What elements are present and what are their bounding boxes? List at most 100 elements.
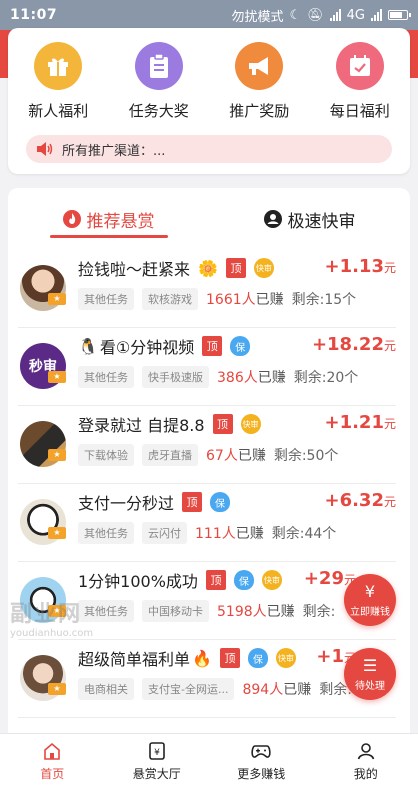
quick-action-label: 任务大奖 xyxy=(128,102,189,120)
task-title-row: 🐧 看①分钟视频 顶 保 xyxy=(78,332,251,360)
gamepad-icon xyxy=(250,740,272,762)
quick-actions-card: 新人福利 任务大奖 推广奖励 每日福利 所有推广渠道：... xyxy=(8,28,410,174)
task-meta: 其他任务 云闪付 111人已赚 剩余:44个 xyxy=(78,522,336,544)
home-icon xyxy=(42,740,62,762)
watermark: 副业网 youdianhuo.com xyxy=(10,602,94,639)
battery-icon xyxy=(388,10,411,20)
task-category-tag: 下载体验 xyxy=(78,444,134,466)
guarantee-badge: 保 xyxy=(233,570,254,590)
vip-badge-icon: ★ xyxy=(48,293,66,305)
nav-home[interactable]: 首页 xyxy=(0,734,105,788)
task-row[interactable]: ★ 捡钱啦～赶紧来 🌼 顶 快审 其他任务 软核游戏 1661人已赚 剩余:15个… xyxy=(18,250,396,328)
tab-label: 极速快审 xyxy=(287,211,356,232)
tab-label: 推荐悬赏 xyxy=(86,211,155,232)
fast-review-badge: 快审 xyxy=(261,570,282,590)
task-app-tag: 云闪付 xyxy=(142,522,187,544)
fast-review-badge: 快审 xyxy=(240,414,261,434)
task-app-tag: 支付宝-全网运... xyxy=(142,678,235,700)
guarantee-badge: 保 xyxy=(210,492,231,512)
tab-recommended[interactable]: 推荐悬赏 xyxy=(8,188,209,250)
quick-action-task-prize[interactable]: 任务大奖 xyxy=(111,42,207,121)
task-remaining: 剩余: xyxy=(302,604,336,620)
task-emoji: 🔥 xyxy=(192,648,212,668)
network-label: 4G xyxy=(346,7,365,23)
notice-bar[interactable]: 所有推广渠道：... xyxy=(26,135,392,163)
quick-action-label: 每日福利 xyxy=(329,102,390,120)
vip-badge-icon: ★ xyxy=(48,449,66,461)
yuan-icon: ¥ xyxy=(364,581,376,601)
list-icon: ☰ xyxy=(362,655,378,675)
status-bar: 11:07 勿扰模式 ☾ 🔕︎ 4G xyxy=(0,0,418,30)
task-remaining: 剩余:44个 xyxy=(271,526,337,542)
svg-text:¥: ¥ xyxy=(154,748,160,758)
task-row[interactable]: ★ 登录就过 自提8.8 顶 快审 下载体验 虎牙直播 67人已赚 剩余:50个… xyxy=(18,406,396,484)
task-category-tag: 其他任务 xyxy=(78,366,134,388)
pin-top-badge: 顶 xyxy=(225,258,246,278)
clipboard-icon xyxy=(134,42,183,90)
task-title-row: 捡钱啦～赶紧来 🌼 顶 快审 xyxy=(78,254,274,282)
nav-profile[interactable]: 我的 xyxy=(314,734,418,788)
task-meta: 下载体验 虎牙直播 67人已赚 剩余:50个 xyxy=(78,444,338,466)
task-title-row: 支付一分秒过 顶 保 xyxy=(78,488,231,516)
task-emoji: 🐧 xyxy=(78,336,98,356)
signal-icon xyxy=(329,9,341,21)
quick-action-daily[interactable]: 每日福利 xyxy=(312,42,408,121)
task-title: 登录就过 自提8.8 xyxy=(78,416,205,435)
task-row[interactable]: ★ 超级简单福利单 🔥 顶 保 快审 电商相关 支付宝-全网运... 894人已赚… xyxy=(18,640,396,718)
task-app-tag: 虎牙直播 xyxy=(142,444,198,466)
pin-top-badge: 顶 xyxy=(212,414,233,434)
quick-actions: 新人福利 任务大奖 推广奖励 每日福利 xyxy=(8,28,410,121)
user-circle-icon xyxy=(263,210,282,228)
task-taken-count: 894人已赚 xyxy=(242,682,312,698)
task-taken-count: 111人已赚 xyxy=(195,526,264,542)
nav-label: 更多赚钱 xyxy=(237,767,286,781)
pin-top-badge: 顶 xyxy=(182,492,203,512)
task-tabs: 推荐悬赏 极速快审 xyxy=(8,188,410,250)
task-reward: +1.13元 xyxy=(324,256,396,277)
task-row[interactable]: ★ 支付一分秒过 顶 保 其他任务 云闪付 111人已赚 剩余:44个 +6.3… xyxy=(18,484,396,562)
pin-top-badge: 顶 xyxy=(202,336,223,356)
quick-action-promo[interactable]: 推广奖励 xyxy=(211,42,307,121)
nav-reward-hall[interactable]: ¥ 悬赏大厅 xyxy=(105,734,210,788)
task-title: 看①分钟视频 xyxy=(99,338,195,357)
quick-action-newbie[interactable]: 新人福利 xyxy=(10,42,106,121)
moon-icon: ☾ xyxy=(289,7,302,23)
task-title-row: 超级简单福利单 🔥 顶 保 快审 xyxy=(78,644,296,672)
task-remaining: 剩余:20个 xyxy=(293,370,359,386)
signal-icon-2 xyxy=(371,9,382,21)
bottom-nav: 首页 ¥ 悬赏大厅 更多赚钱 我的 xyxy=(0,733,418,788)
tab-fast-review[interactable]: 极速快审 xyxy=(209,188,410,250)
task-title: 捡钱啦～赶紧来 xyxy=(78,260,191,279)
pending-label: 待处理 xyxy=(355,680,385,692)
task-category-tag: 电商相关 xyxy=(78,678,134,700)
profile-icon xyxy=(356,740,376,762)
speaker-icon xyxy=(36,142,54,156)
notice-text: 所有推广渠道：... xyxy=(62,143,166,159)
earn-now-button[interactable]: ¥ 立即赚钱 xyxy=(344,574,396,626)
megaphone-icon xyxy=(235,42,284,90)
dnd-label: 勿扰模式 xyxy=(231,9,284,25)
task-reward: +6.32元 xyxy=(324,490,396,511)
task-taken-count: 5198人已赚 xyxy=(217,604,295,620)
pin-top-badge: 顶 xyxy=(219,648,240,668)
quick-action-label: 新人福利 xyxy=(28,102,89,120)
task-emoji: 🌼 xyxy=(198,258,218,278)
vip-badge-icon: ★ xyxy=(48,371,66,383)
task-app-tag: 软核游戏 xyxy=(142,288,198,310)
task-title: 支付一分秒过 xyxy=(78,494,175,513)
quick-action-label: 推广奖励 xyxy=(229,102,290,120)
task-category-tag: 其他任务 xyxy=(78,288,134,310)
task-app-tag: 中国移动卡 xyxy=(142,600,209,622)
fast-review-badge: 快审 xyxy=(253,258,274,278)
guarantee-badge: 保 xyxy=(247,648,268,668)
nav-more-earn[interactable]: 更多赚钱 xyxy=(209,734,314,788)
task-meta: 其他任务 软核游戏 1661人已赚 剩余:15个 xyxy=(78,288,356,310)
mute-icon: 🔕︎ xyxy=(307,7,324,23)
reward-hall-icon: ¥ xyxy=(147,740,167,762)
nav-label: 我的 xyxy=(353,767,378,781)
earn-now-label: 立即赚钱 xyxy=(350,606,390,618)
task-meta: 其他任务 中国移动卡 5198人已赚 剩余: xyxy=(78,600,335,622)
pending-button[interactable]: ☰ 待处理 xyxy=(344,648,396,700)
task-meta: 电商相关 支付宝-全网运... 894人已赚 剩余: xyxy=(78,678,352,700)
task-row[interactable]: 秒审 ★ 🐧 看①分钟视频 顶 保 其他任务 快手极速版 386人已赚 剩余:20… xyxy=(18,328,396,406)
